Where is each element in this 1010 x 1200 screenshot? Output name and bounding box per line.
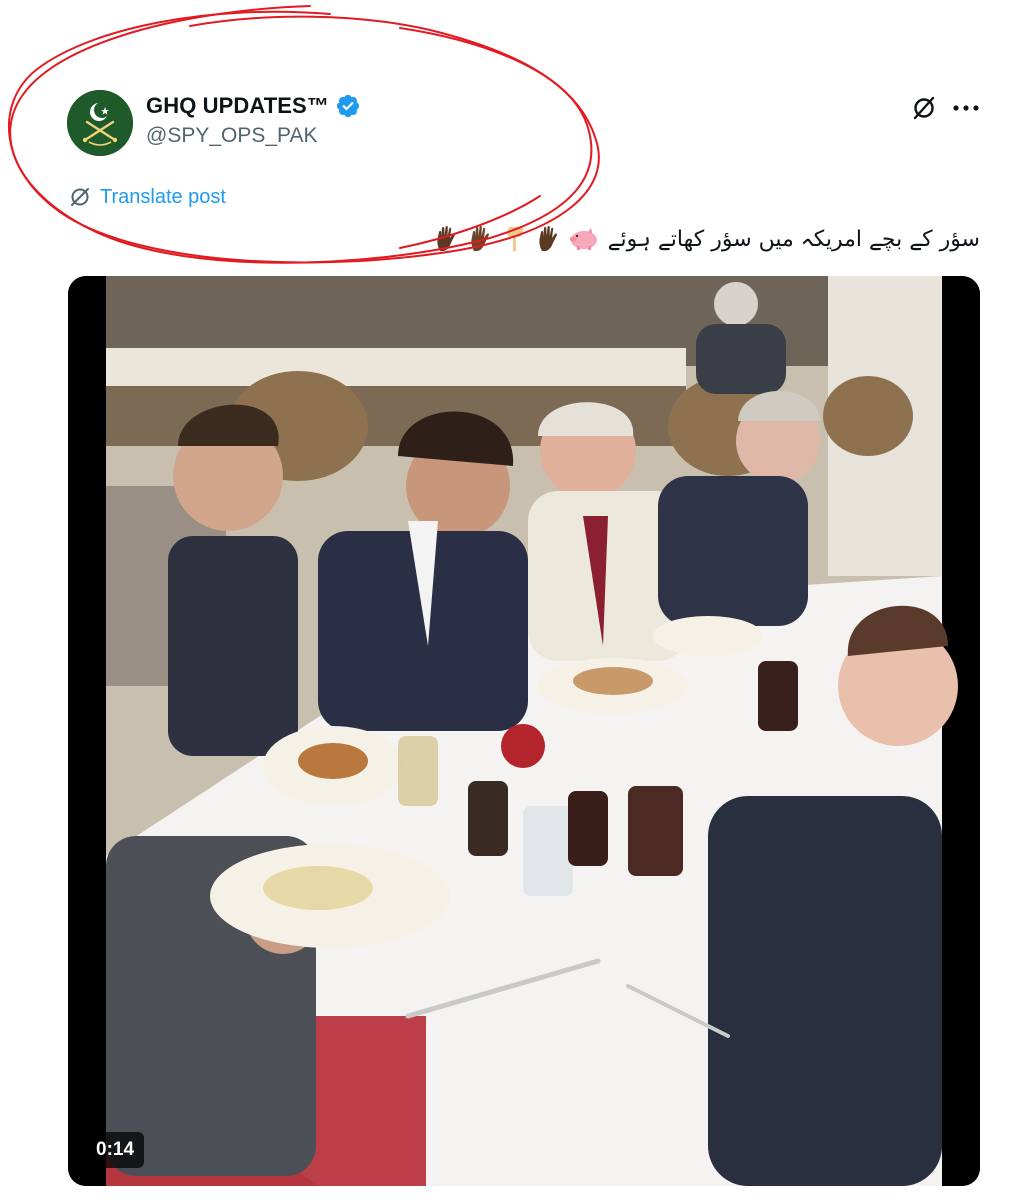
pig-icon [569, 228, 597, 250]
crescent-star-crossed-swords-icon [67, 90, 133, 156]
translate-post-label[interactable]: Translate post [100, 186, 226, 209]
author-avatar[interactable] [67, 90, 133, 156]
video-thumbnail [68, 276, 980, 1186]
post-text: سؤر کے بچے امریکہ میں سؤر کھاتے ہوئے [432, 222, 980, 256]
verified-badge-icon [336, 94, 360, 118]
raised-hand-icon [471, 226, 489, 251]
author-name-row[interactable]: GHQ UPDATES™ [146, 90, 361, 122]
author-handle[interactable]: @SPY_OPS_PAK [146, 124, 318, 148]
raised-hand-icon [539, 226, 557, 251]
emoji-row [432, 224, 600, 254]
more-horizontal-icon [953, 105, 979, 111]
video-duration: 0:14 [86, 1132, 145, 1168]
translate-post-link[interactable]: Translate post [68, 182, 226, 212]
post-body-text: سؤر کے بچے امریکہ میں سؤر کھاتے ہوئے [607, 226, 980, 252]
tweet-post: GHQ UPDATES™ @SPY_OPS_PAK Translate post [0, 0, 1010, 1200]
more-options-button[interactable] [950, 93, 982, 123]
grok-icon [913, 96, 935, 120]
video-player[interactable]: 0:14 [68, 276, 980, 1186]
author-display-name[interactable]: GHQ UPDATES™ [146, 93, 329, 119]
raised-hand-icon [437, 226, 455, 251]
translate-icon [71, 188, 89, 206]
pointing-down-icon [507, 227, 524, 252]
grok-button[interactable] [909, 93, 939, 123]
